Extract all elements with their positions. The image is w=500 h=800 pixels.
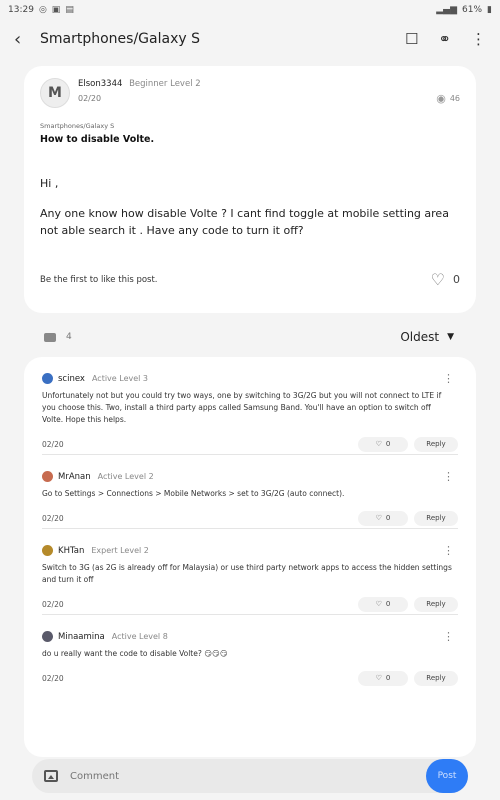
like-count: 0 xyxy=(453,273,460,286)
comment-like-button[interactable]: ♡ 0 xyxy=(358,596,408,612)
caret-down-icon: ▼ xyxy=(447,332,454,342)
image-icon[interactable] xyxy=(44,770,58,782)
sort-dropdown[interactable]: Oldest ▼ xyxy=(400,330,454,344)
comment-like-button[interactable]: ♡ 0 xyxy=(358,436,408,452)
avatar[interactable]: M xyxy=(40,78,70,108)
avatar[interactable] xyxy=(42,545,53,556)
comment-text: do u really want the code to disable Vol… xyxy=(42,649,228,658)
avatar[interactable] xyxy=(42,471,53,482)
more-vertical-icon[interactable]: ⋮ xyxy=(443,630,454,643)
comment-like-count: 0 xyxy=(385,514,391,522)
avatar[interactable] xyxy=(42,373,53,384)
whatsapp-icon: ◎ xyxy=(38,5,47,15)
comment-date: 02/20 xyxy=(42,513,64,523)
battery-icon: ▮ xyxy=(487,5,492,15)
heart-icon: ♡ xyxy=(375,440,382,448)
status-time: 13:29 xyxy=(8,5,34,15)
post-greeting: Hi , xyxy=(40,177,59,190)
comment-date: 02/20 xyxy=(42,673,64,683)
comment-item: Minaamina Active Level 8 ⋮ do u really w… xyxy=(42,615,458,688)
comment-author[interactable]: scinex xyxy=(58,374,85,384)
comment-text: Switch to 3G (as 2G is already off for M… xyxy=(42,563,452,584)
comment-date: 02/20 xyxy=(42,599,64,609)
post-button[interactable]: Post xyxy=(426,759,468,793)
share-icon[interactable]: ⚭ xyxy=(438,30,451,48)
comment-like-count: 0 xyxy=(385,600,391,608)
comment-author[interactable]: Minaamina xyxy=(58,632,105,642)
heart-icon[interactable]: ♡ xyxy=(431,270,445,289)
chat-icon xyxy=(44,332,56,342)
comment-author[interactable]: KHTan xyxy=(58,546,84,556)
post-title: How to disable Volte. xyxy=(40,134,155,145)
comment-item: MrAnan Active Level 2 ⋮ Go to Settings >… xyxy=(42,455,458,529)
post-author-level: Beginner Level 2 xyxy=(129,79,201,89)
comment-like-button[interactable]: ♡ 0 xyxy=(358,670,408,686)
avatar[interactable] xyxy=(42,631,53,642)
bookmark-icon[interactable]: ☐ xyxy=(405,30,418,48)
status-battery: 61% xyxy=(462,5,483,15)
heart-icon: ♡ xyxy=(375,600,382,608)
more-vertical-icon[interactable]: ⋮ xyxy=(443,470,454,483)
like-prompt: Be the first to like this post. xyxy=(40,274,158,285)
eye-icon: ◉ xyxy=(436,92,446,105)
reply-button[interactable]: Reply xyxy=(414,596,458,612)
status-bar: 13:29 ◎ ▣ ▤ ▂▄▆ 61% ▮ xyxy=(0,0,500,20)
comment-like-button[interactable]: ♡ 0 xyxy=(358,510,408,526)
reply-button[interactable]: Reply xyxy=(414,510,458,526)
heart-icon: ♡ xyxy=(375,674,382,682)
view-count-value: 46 xyxy=(449,94,460,103)
post-author[interactable]: Elson3344 xyxy=(78,79,122,89)
sort-label: Oldest xyxy=(400,330,440,344)
more-vertical-icon[interactable]: ⋮ xyxy=(443,544,454,557)
comment-count: 4 xyxy=(66,332,72,342)
more-vertical-icon[interactable]: ⋮ xyxy=(443,372,454,385)
more-vertical-icon[interactable]: ⋮ xyxy=(471,30,486,48)
comment-author-level: Active Level 2 xyxy=(97,472,154,481)
reply-button[interactable]: Reply xyxy=(414,670,458,686)
comment-like-count: 0 xyxy=(385,440,391,448)
app-bar: ‹ Smartphones/Galaxy S ☐ ⚭ ⋮ xyxy=(0,20,500,58)
back-arrow-icon[interactable]: ‹ xyxy=(14,29,36,50)
post-body: Any one know how disable Volte ? I cant … xyxy=(40,207,449,237)
comment-like-count: 0 xyxy=(385,674,391,682)
comment-text: Unfortunately not but you could try two … xyxy=(42,391,442,424)
comment-author-level: Expert Level 2 xyxy=(91,546,149,555)
view-count: ◉ 46 xyxy=(436,92,460,105)
comment-date: 02/20 xyxy=(42,439,64,449)
heart-icon: ♡ xyxy=(375,514,382,522)
gallery-icon: ▣ xyxy=(51,5,61,15)
comment-composer: Post xyxy=(32,759,468,793)
comments-header: 4 Oldest ▼ xyxy=(44,330,454,344)
signal-icon: ▂▄▆ xyxy=(436,5,458,15)
comment-author-level: Active Level 8 xyxy=(111,632,168,641)
notification-icon: ▤ xyxy=(65,5,74,15)
comment-author[interactable]: MrAnan xyxy=(58,472,91,482)
post-card: M Elson3344 Beginner Level 2 02/20 ◉ 46 … xyxy=(24,66,476,313)
page-title: Smartphones/Galaxy S xyxy=(40,31,200,47)
comment-item: scinex Active Level 3 ⋮ Unfortunately no… xyxy=(42,357,458,455)
reply-button[interactable]: Reply xyxy=(414,436,458,452)
post-date: 02/20 xyxy=(78,94,102,103)
comment-text: Go to Settings > Connections > Mobile Ne… xyxy=(42,489,345,498)
comment-author-level: Active Level 3 xyxy=(91,374,149,383)
post-category[interactable]: Smartphones/Galaxy S xyxy=(40,122,460,130)
comment-item: KHTan Expert Level 2 ⋮ Switch to 3G (as … xyxy=(42,529,458,615)
like-button[interactable]: ♡ 0 xyxy=(431,270,460,289)
comments-list: scinex Active Level 3 ⋮ Unfortunately no… xyxy=(24,357,476,757)
comment-input[interactable] xyxy=(70,770,370,782)
